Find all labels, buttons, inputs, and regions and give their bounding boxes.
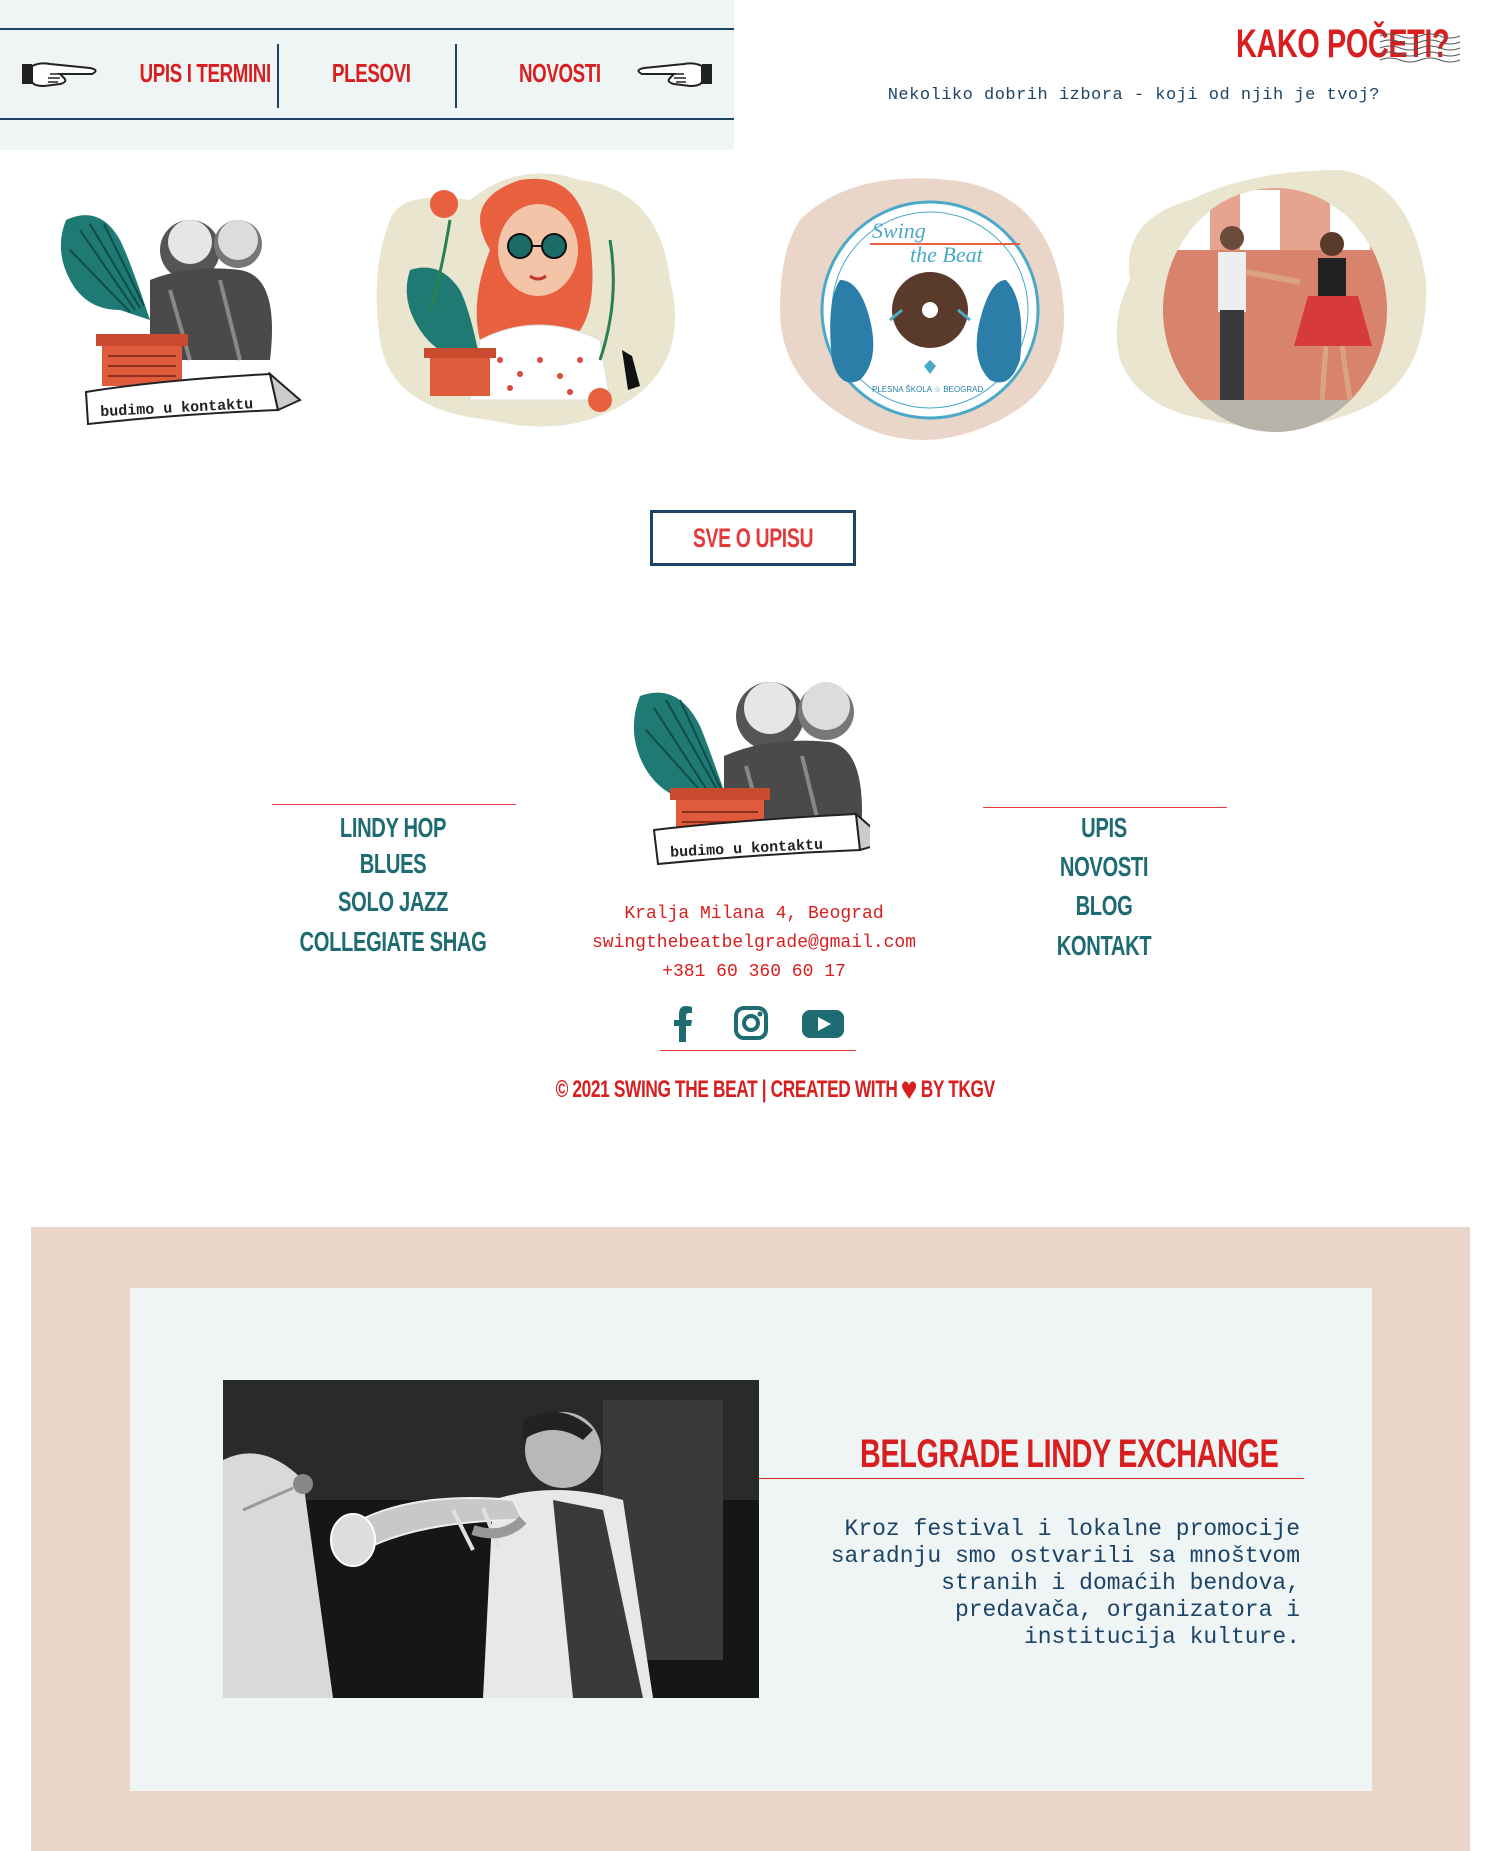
- footer-email[interactable]: swingthebeatbelgrade@gmail.com: [494, 933, 1014, 953]
- footer-link-novosti[interactable]: NOVOSTI: [1010, 851, 1197, 883]
- card-dancer-illustration[interactable]: [370, 160, 690, 450]
- pointing-hand-right-icon: [22, 62, 97, 88]
- footer-link-blog[interactable]: BLOG: [1010, 890, 1197, 922]
- exchange-title: BELGRADE LINDY EXCHANGE: [860, 1432, 1279, 1476]
- pointing-hand-left-icon: [637, 62, 712, 88]
- card-dancers-photo[interactable]: [1110, 160, 1430, 450]
- footer-left-line: [272, 804, 516, 805]
- sve-o-upisu-button[interactable]: SVE O UPISU: [650, 510, 856, 566]
- footer-copyright: © 2021 SWING THE BEAT | CREATED WITH BY …: [555, 1076, 996, 1104]
- card-contact-illustration[interactable]: budimo u kontaktu: [40, 160, 360, 450]
- copyright-text: © 2021 SWING THE BEAT: [555, 1076, 758, 1103]
- nav-upis-i-termini[interactable]: UPIS I TERMINI: [140, 58, 272, 89]
- footer-link-kontakt[interactable]: KONTAKT: [1010, 930, 1197, 962]
- heart-icon: [902, 1081, 917, 1099]
- logo-footer-text: PLESNA ŠKOLA ☆ BEOGRAD: [872, 385, 983, 394]
- nav-divider: [455, 44, 457, 108]
- nav-novosti[interactable]: NOVOSTI: [519, 58, 601, 89]
- section-subtitle: Nekoliko dobrih izbora - koji od njih je…: [887, 86, 1380, 105]
- footer-address: Kralja Milana 4, Beograd: [624, 904, 884, 924]
- footer-link-blues[interactable]: BLUES: [299, 848, 486, 880]
- exchange-title-line: [759, 1478, 1304, 1479]
- instagram-icon[interactable]: [734, 1006, 768, 1040]
- logo-text-swing: Swing: [872, 218, 926, 243]
- nav-divider: [277, 44, 279, 108]
- footer-social-line: [660, 1050, 856, 1051]
- nav-plesovi[interactable]: PLESOVI: [332, 58, 411, 89]
- footer-link-upis[interactable]: UPIS: [1010, 812, 1197, 844]
- youtube-icon[interactable]: [802, 1010, 844, 1038]
- exchange-trumpet-photo: [223, 1380, 759, 1698]
- copyright-separator: |: [761, 1076, 767, 1103]
- copyright-created: CREATED WITH: [770, 1076, 898, 1103]
- card-logo-illustration[interactable]: Swing the Beat PLESNA ŠKOLA ☆ BEOGRAD: [770, 160, 1090, 450]
- footer-link-lindy-hop[interactable]: LINDY HOP: [299, 812, 486, 844]
- exchange-description: Kroz festival i lokalne promocije saradn…: [830, 1516, 1300, 1650]
- sve-o-upisu-label: SVE O UPISU: [692, 523, 814, 553]
- copyright-by: BY TKGV: [920, 1076, 995, 1103]
- logo-text-beat: the Beat: [910, 242, 984, 267]
- footer-link-collegiate-shag[interactable]: COLLEGIATE SHAG: [299, 926, 487, 958]
- footer-phone[interactable]: +381 60 360 60 17: [494, 962, 1014, 982]
- section-title: KAKO POČETI?: [1236, 22, 1450, 66]
- footer-right-line: [983, 807, 1227, 808]
- wavy-lines-icon: [1379, 33, 1461, 63]
- footer-link-solo-jazz[interactable]: SOLO JAZZ: [299, 886, 486, 918]
- facebook-icon[interactable]: [672, 1006, 694, 1042]
- footer-logo-illustration: budimo u kontaktu: [633, 682, 870, 866]
